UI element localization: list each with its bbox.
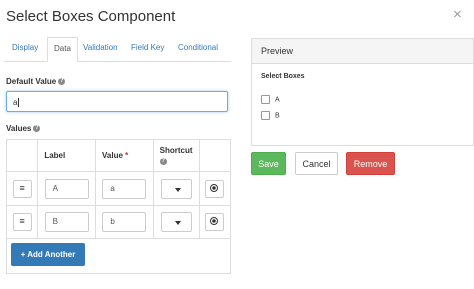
preview-option[interactable]: A (261, 95, 280, 104)
tab-bar: Display Data Validation Field Key Condit… (4, 37, 231, 62)
values-label: Values? (6, 124, 41, 133)
preview-option[interactable]: B (261, 111, 280, 120)
drag-handle-icon[interactable]: ≡ (12, 213, 32, 231)
label-input[interactable]: A (44, 178, 89, 199)
tab-data[interactable]: Data (47, 37, 78, 62)
help-icon[interactable]: ? (159, 157, 167, 165)
label-column-header: Label (37, 139, 96, 172)
default-value-input[interactable]: a (6, 91, 228, 112)
save-button[interactable]: Save (251, 152, 286, 175)
tab-conditional[interactable]: Conditional (178, 37, 218, 59)
table-row: ≡ B b (5, 205, 232, 239)
checkbox[interactable] (261, 111, 270, 120)
add-another-button[interactable]: + Add Another (11, 243, 85, 266)
checkbox[interactable] (261, 95, 270, 104)
shortcut-column-header: Shortcut? (152, 139, 200, 172)
help-icon[interactable]: ? (58, 78, 66, 86)
remove-row-icon[interactable] (205, 179, 225, 198)
shortcut-select[interactable] (160, 178, 192, 199)
remove-row-icon[interactable] (205, 213, 225, 231)
value-input[interactable]: a (102, 178, 147, 199)
drag-handle-icon[interactable]: ≡ (12, 179, 32, 198)
default-value-label: Default Value? (6, 77, 66, 86)
cancel-button[interactable]: Cancel (295, 152, 338, 175)
remove-column-header (198, 139, 232, 172)
label-input[interactable]: B (44, 212, 89, 232)
preview-field-label: Select Boxes (261, 73, 305, 80)
tab-field-key[interactable]: Field Key (131, 37, 164, 59)
table-row: ≡ A a (5, 171, 232, 206)
value-column-header: Value * (95, 139, 154, 172)
drag-column-header (5, 139, 39, 172)
help-icon[interactable]: ? (33, 125, 41, 133)
shortcut-select[interactable] (160, 212, 192, 232)
tab-display[interactable]: Display (12, 37, 38, 59)
tab-validation[interactable]: Validation (83, 37, 118, 59)
dialog-title: Select Boxes Component (6, 8, 176, 25)
remove-button[interactable]: Remove (346, 152, 395, 175)
close-icon[interactable]: × (453, 6, 462, 23)
value-input[interactable]: b (102, 212, 147, 232)
preview-panel: Preview Select Boxes A B (251, 38, 474, 146)
preview-title: Preview (252, 39, 473, 64)
